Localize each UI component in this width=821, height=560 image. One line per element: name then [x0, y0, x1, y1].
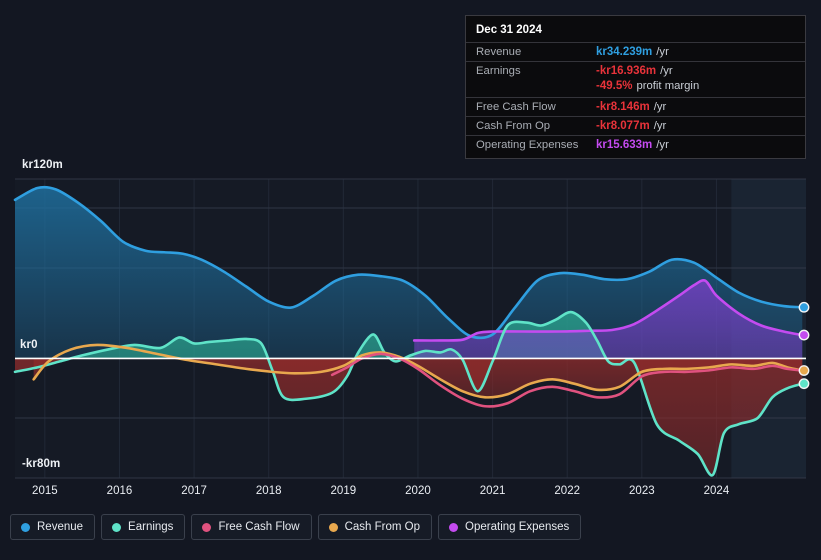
tooltip-row: Cash From Op -kr8.077m/yr	[466, 116, 805, 135]
tooltip-row-unit: /yr	[656, 139, 669, 151]
endpoint-dot-revenue	[800, 303, 808, 312]
tooltip-row-unit: /yr	[653, 101, 667, 113]
x-axis-label-2024: 2024	[703, 485, 730, 497]
legend-item-earnings[interactable]: Earnings	[101, 514, 186, 540]
tooltip-row: Operating Expenses kr15.633m/yr	[466, 135, 805, 154]
legend-item-cash-from-op[interactable]: Cash From Op	[317, 514, 433, 540]
endpoint-dot-earnings	[800, 379, 808, 388]
tooltip-row-label: Cash From Op	[476, 120, 551, 132]
tooltip-row: Free Cash Flow -kr8.146m/yr	[466, 97, 805, 116]
x-axis-label-2015: 2015	[32, 485, 58, 497]
tooltip-row-unit: /yr	[660, 65, 673, 77]
legend-item-label: Revenue	[37, 521, 84, 533]
endpoint-dot-operating-expenses	[800, 331, 808, 340]
chart-tooltip: Dec 31 2024 Revenue kr34.239m/yr Earnings -…	[465, 15, 806, 159]
tooltip-rows: Revenue kr34.239m/yr Earnings -kr16.936m/yr…	[466, 42, 805, 154]
x-axis-label-2019: 2019	[330, 485, 357, 497]
legend-item-label: Cash From Op	[344, 521, 421, 533]
chart-legend: Revenue Earnings Free Cash Flow Cash From O…	[10, 514, 582, 540]
tooltip-row-value: kr34.239m	[596, 46, 653, 58]
tooltip-row-value: -kr16.936m	[596, 65, 657, 77]
y-axis-label-1: kr0	[20, 339, 38, 351]
tooltip-date: Dec 31 2024	[476, 24, 542, 36]
endpoint-dot-cash-from-op	[800, 366, 808, 375]
tooltip-row: -49.5% profit margin	[466, 80, 805, 97]
tooltip-row-value: -kr8.146m	[596, 101, 650, 113]
tooltip-row-value: -kr8.077m	[596, 120, 650, 132]
x-axis-label-2023: 2023	[629, 485, 655, 497]
legend-color-dot-icon	[202, 522, 212, 532]
legend-item-label: Operating Expenses	[465, 521, 570, 533]
legend-item-revenue[interactable]: Revenue	[10, 514, 96, 540]
x-axis-label-2022: 2022	[554, 485, 580, 497]
x-axis-label-2017: 2017	[181, 485, 207, 497]
legend-item-operating-expenses[interactable]: Operating Expenses	[438, 514, 582, 540]
y-axis-label-0: kr120m	[22, 159, 63, 171]
legend-item-label: Earnings	[128, 521, 174, 533]
tooltip-row-label: Free Cash Flow	[476, 101, 556, 113]
legend-color-dot-icon	[328, 522, 338, 532]
tooltip-row-value: -49.5%	[596, 80, 633, 92]
tooltip-row-label: Revenue	[476, 46, 522, 58]
x-axis-label-2021: 2021	[479, 485, 506, 497]
tooltip-row-label: Operating Expenses	[476, 139, 579, 151]
tooltip-row-unit: /yr	[653, 120, 667, 132]
tooltip-row-value: kr15.633m	[596, 139, 653, 151]
legend-color-dot-icon	[112, 522, 122, 532]
y-axis-label-2: -kr80m	[22, 458, 61, 470]
legend-item-label: Free Cash Flow	[218, 521, 300, 533]
legend-color-dot-icon	[21, 522, 30, 532]
tooltip-row-label: Earnings	[476, 65, 521, 77]
x-axis-label-2018: 2018	[255, 485, 282, 497]
x-axis-label-2016: 2016	[106, 485, 133, 497]
tooltip-row: Revenue kr34.239m/yr	[466, 42, 805, 61]
tooltip-row-unit: profit margin	[636, 80, 700, 92]
tooltip-row-unit: /yr	[656, 46, 669, 58]
tooltip-row: Earnings -kr16.936m/yr	[466, 61, 805, 80]
legend-item-free-cash-flow[interactable]: Free Cash Flow	[191, 514, 312, 540]
x-axis-label-2020: 2020	[405, 485, 431, 497]
legend-color-dot-icon	[449, 522, 459, 532]
financial-chart-page: kr120m kr0 -kr80m 2015 2016 2017 2018 2019 2020 2…	[0, 0, 821, 560]
